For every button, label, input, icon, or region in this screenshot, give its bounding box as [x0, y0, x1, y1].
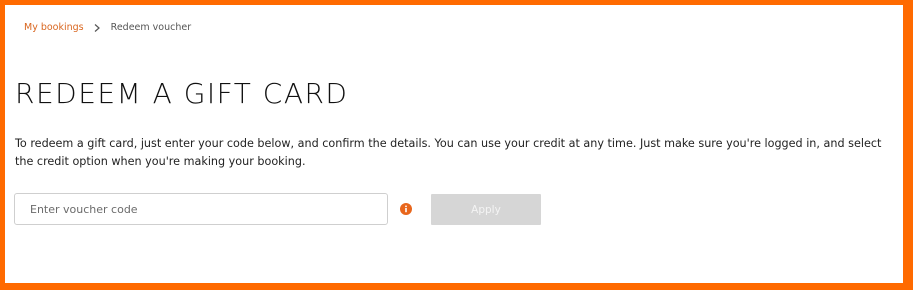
- breadcrumb-current: Redeem voucher: [110, 22, 192, 33]
- chevron-right-icon: [94, 24, 100, 32]
- voucher-code-input[interactable]: [14, 193, 388, 225]
- info-icon[interactable]: [400, 203, 412, 215]
- page-frame: My bookings Redeem voucher REDEEM A GIFT…: [5, 5, 903, 283]
- breadcrumb-link-my-bookings[interactable]: My bookings: [24, 21, 84, 35]
- breadcrumb: My bookings Redeem voucher: [24, 21, 191, 35]
- page-description: To redeem a gift card, just enter your c…: [15, 137, 882, 168]
- page-title: REDEEM A GIFT CARD: [15, 77, 349, 110]
- apply-button[interactable]: Apply: [431, 194, 541, 225]
